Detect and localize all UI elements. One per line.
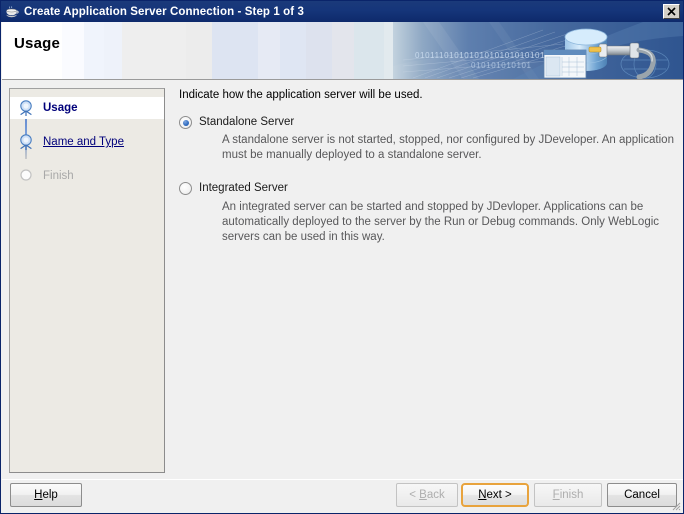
sidebar-item-usage[interactable]: Usage (10, 97, 164, 119)
sidebar-item-label: Usage (43, 102, 78, 114)
title-bar: Create Application Server Connection - S… (1, 1, 683, 22)
next-button-label: Next > (478, 489, 512, 501)
back-button-label: < Back (409, 489, 445, 501)
sidebar-item-label: Name and Type (43, 136, 124, 148)
wizard-banner: Usage 01011101010101010101010101 0101010… (2, 22, 683, 80)
main-content: Indicate how the application server will… (179, 89, 677, 469)
cancel-button[interactable]: Cancel (607, 483, 677, 507)
resize-grip[interactable] (669, 499, 681, 511)
help-button[interactable]: Help (10, 483, 82, 507)
wizard-step-sidebar: Usage Name and Type Finish (9, 88, 165, 473)
sidebar-item-finish: Finish (10, 165, 164, 187)
dialog-window: Create Application Server Connection - S… (0, 0, 684, 514)
back-button[interactable]: < Back (396, 483, 458, 507)
sidebar-item-name-and-type[interactable]: Name and Type (10, 131, 164, 153)
close-icon[interactable] (663, 4, 680, 19)
help-button-label: Help (34, 489, 58, 501)
svg-text:010101010101: 010101010101 (471, 61, 532, 70)
wizard-step-empty-icon (15, 165, 37, 187)
option-label: Integrated Server (199, 182, 288, 194)
page-title: Usage (14, 35, 61, 52)
option-description: A standalone server is not started, stop… (222, 134, 674, 161)
option-standalone-server[interactable]: Standalone Server A standalone server is… (179, 115, 677, 163)
finish-button-label: Finish (552, 489, 584, 501)
cancel-button-label: Cancel (624, 489, 660, 501)
wizard-step-node-icon (15, 97, 37, 119)
radio-standalone-server[interactable] (179, 116, 192, 129)
window-title: Create Application Server Connection - S… (24, 5, 304, 18)
radio-integrated-server[interactable] (179, 182, 192, 195)
finish-button[interactable]: Finish (534, 483, 602, 507)
database-connection-graphic: 01011101010101010101010101 010101010101 (393, 22, 683, 79)
option-description: An integrated server can be started and … (222, 201, 660, 243)
instruction-text: Indicate how the application server will… (179, 89, 423, 101)
option-label: Standalone Server (199, 116, 295, 128)
svg-text:01011101010101010101010101: 01011101010101010101010101 (415, 51, 545, 60)
java-cup-icon (4, 4, 20, 20)
sidebar-item-label: Finish (43, 170, 74, 182)
dialog-button-bar: Help < Back Next > Finish Cancel (2, 479, 683, 513)
next-button[interactable]: Next > (461, 483, 529, 507)
option-integrated-server[interactable]: Integrated Server An integrated server c… (179, 181, 677, 245)
wizard-step-node-icon (15, 131, 37, 153)
